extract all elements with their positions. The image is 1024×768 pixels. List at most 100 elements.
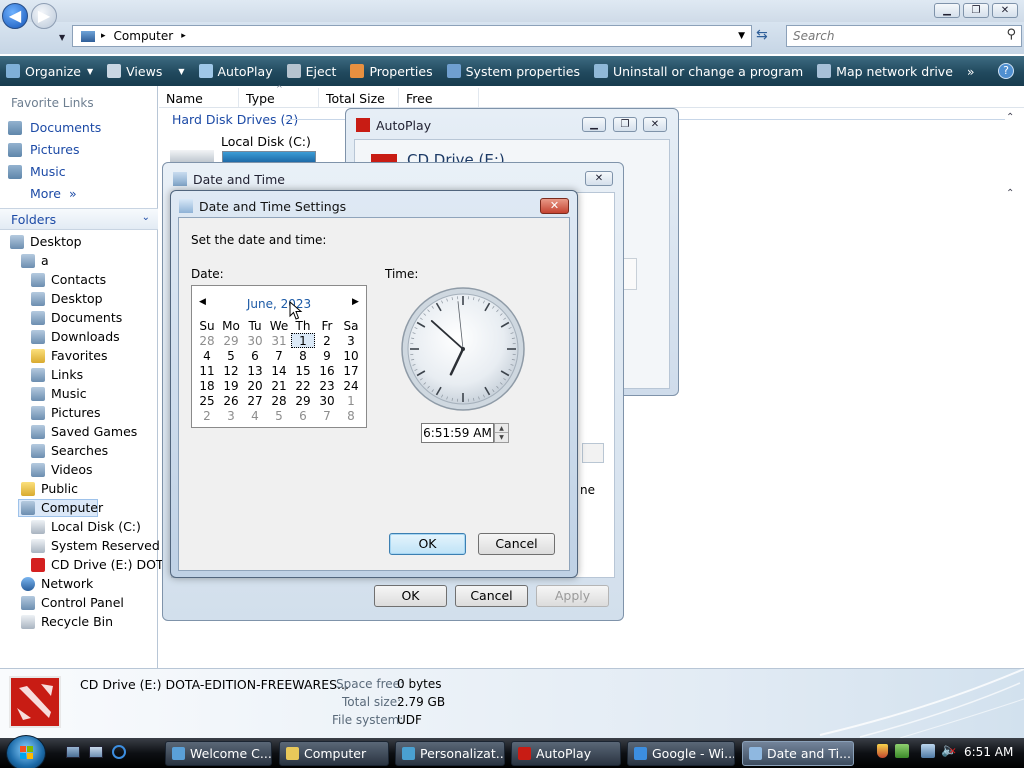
volume-muted-icon[interactable]: 🔈 ✕: [941, 743, 957, 758]
calendar-day[interactable]: 16: [315, 363, 339, 378]
tree-item-cd-drive[interactable]: CD Drive (E:) DOTA-: [31, 557, 175, 572]
time-spinner[interactable]: ▲ ▼: [494, 423, 509, 443]
tree-item-favorites[interactable]: Favorites: [31, 348, 107, 363]
switch-windows-icon[interactable]: [89, 746, 103, 758]
tree-item-desktop[interactable]: Desktop: [10, 234, 82, 249]
uninstall-program-button[interactable]: Uninstall or change a program: [593, 64, 803, 79]
tree-item-local-disk[interactable]: Local Disk (C:): [31, 519, 141, 534]
calendar-day[interactable]: 5: [267, 408, 291, 423]
back-button[interactable]: ◀: [2, 3, 28, 29]
calendar-day[interactable]: 3: [219, 408, 243, 423]
system-properties-button[interactable]: System properties: [446, 64, 580, 79]
breadcrumb-separator-icon[interactable]: ▸: [181, 31, 186, 41]
tree-item-pictures[interactable]: Pictures: [31, 405, 101, 420]
show-desktop-icon[interactable]: [66, 746, 80, 758]
tree-item-recycle-bin[interactable]: Recycle Bin: [21, 614, 113, 629]
calendar-day[interactable]: 4: [195, 348, 219, 363]
taskbar-button-google[interactable]: Google - Wi...: [627, 741, 735, 766]
calendar-day[interactable]: 13: [243, 363, 267, 378]
calendar-day[interactable]: 5: [219, 348, 243, 363]
breadcrumb-computer[interactable]: Computer: [114, 29, 174, 43]
map-network-drive-button[interactable]: Map network drive: [817, 64, 953, 79]
tree-item-contacts[interactable]: Contacts: [31, 272, 106, 287]
tree-item-documents[interactable]: Documents: [31, 310, 122, 325]
calendar-day[interactable]: 20: [243, 378, 267, 393]
calendar-day[interactable]: 23: [315, 378, 339, 393]
tree-item-network[interactable]: Network: [21, 576, 93, 591]
calendar-day[interactable]: 6: [291, 408, 315, 423]
search-icon[interactable]: ⚲: [1006, 27, 1016, 42]
taskbar-button-autoplay[interactable]: AutoPlay: [511, 741, 621, 766]
settings-ok-button[interactable]: OK: [389, 533, 466, 555]
calendar-day[interactable]: 1: [339, 393, 363, 408]
tree-item-system-reserved[interactable]: System Reserved (D:: [31, 538, 182, 553]
maximize-button[interactable]: ❐: [963, 3, 989, 18]
calendar-day[interactable]: 29: [291, 393, 315, 408]
calendar-day[interactable]: 22: [291, 378, 315, 393]
calendar-day[interactable]: 3: [339, 333, 363, 348]
taskbar-clock[interactable]: 6:51 AM: [964, 745, 1013, 759]
column-name[interactable]: Name: [159, 88, 239, 107]
security-shield-icon[interactable]: [877, 744, 888, 758]
tree-item-desktop-folder[interactable]: Desktop: [31, 291, 103, 306]
autoplay-maximize-button[interactable]: ❐: [613, 117, 637, 132]
tree-item-user[interactable]: a: [21, 253, 49, 268]
internet-explorer-icon[interactable]: [112, 745, 126, 759]
calendar-day[interactable]: 7: [315, 408, 339, 423]
calendar-day[interactable]: 17: [339, 363, 363, 378]
calendar-day[interactable]: 8: [339, 408, 363, 423]
favorite-link-documents[interactable]: Documents: [8, 120, 101, 135]
calendar-day[interactable]: 2: [315, 333, 339, 348]
date-time-settings-close-button[interactable]: ✕: [540, 198, 569, 214]
tree-item-links[interactable]: Links: [31, 367, 83, 382]
breadcrumb-separator-icon[interactable]: ▸: [101, 31, 106, 41]
calendar-day[interactable]: 9: [315, 348, 339, 363]
next-month-icon[interactable]: ▶: [352, 297, 359, 307]
tree-item-searches[interactable]: Searches: [31, 443, 108, 458]
column-free-space[interactable]: Free Space: [399, 88, 479, 121]
autoplay-close-button[interactable]: ✕: [643, 117, 667, 132]
refresh-icon[interactable]: ⇆: [756, 27, 768, 43]
help-icon[interactable]: ?: [998, 63, 1014, 79]
settings-cancel-button[interactable]: Cancel: [478, 533, 555, 555]
tree-item-public[interactable]: Public: [21, 481, 78, 496]
minimize-button[interactable]: ▁: [934, 3, 960, 18]
calendar-day[interactable]: 6: [243, 348, 267, 363]
calendar-day[interactable]: 2: [195, 408, 219, 423]
calendar-day[interactable]: 19: [219, 378, 243, 393]
calendar-day[interactable]: 10: [339, 348, 363, 363]
tree-item-music[interactable]: Music: [31, 386, 87, 401]
date-time-side-box[interactable]: [582, 443, 604, 463]
calendar-month-title[interactable]: June, 2023: [236, 297, 322, 311]
calendar-day[interactable]: 7: [267, 348, 291, 363]
calendar-day[interactable]: 30: [315, 393, 339, 408]
calendar-day[interactable]: 26: [219, 393, 243, 408]
date-time-ok-button[interactable]: OK: [374, 585, 447, 607]
network-status-icon[interactable]: [921, 744, 935, 758]
calendar-day[interactable]: 4: [243, 408, 267, 423]
calendar-day[interactable]: 14: [267, 363, 291, 378]
calendar-day[interactable]: 24: [339, 378, 363, 393]
calendar-day[interactable]: 21: [267, 378, 291, 393]
calendar-day[interactable]: 25: [195, 393, 219, 408]
toolbar-overflow-button[interactable]: »: [967, 64, 975, 79]
column-total-size[interactable]: Total Size: [319, 88, 399, 107]
calendar-day[interactable]: 30: [243, 333, 267, 348]
taskbar-button-personalization[interactable]: Personalizat...: [395, 741, 505, 766]
date-time-close-button[interactable]: ✕: [585, 171, 613, 186]
close-button[interactable]: ✕: [992, 3, 1018, 18]
address-dropdown-icon[interactable]: ▼: [738, 31, 745, 41]
forward-button[interactable]: ▶: [31, 3, 57, 29]
calendar-day[interactable]: 18: [195, 378, 219, 393]
properties-button[interactable]: Properties: [350, 64, 433, 79]
collapse-group-icon[interactable]: ⌃: [1006, 188, 1014, 199]
favorite-link-pictures[interactable]: Pictures: [8, 142, 80, 157]
tree-item-saved-games[interactable]: Saved Games: [31, 424, 137, 439]
spinner-up-icon[interactable]: ▲: [495, 424, 508, 433]
eject-button[interactable]: Eject: [286, 64, 336, 79]
tree-item-downloads[interactable]: Downloads: [31, 329, 120, 344]
organize-button[interactable]: Organize ▼: [6, 64, 93, 79]
start-button[interactable]: [6, 735, 46, 768]
calendar-day[interactable]: 27: [243, 393, 267, 408]
time-input[interactable]: 6:51:59 AM: [421, 423, 494, 443]
